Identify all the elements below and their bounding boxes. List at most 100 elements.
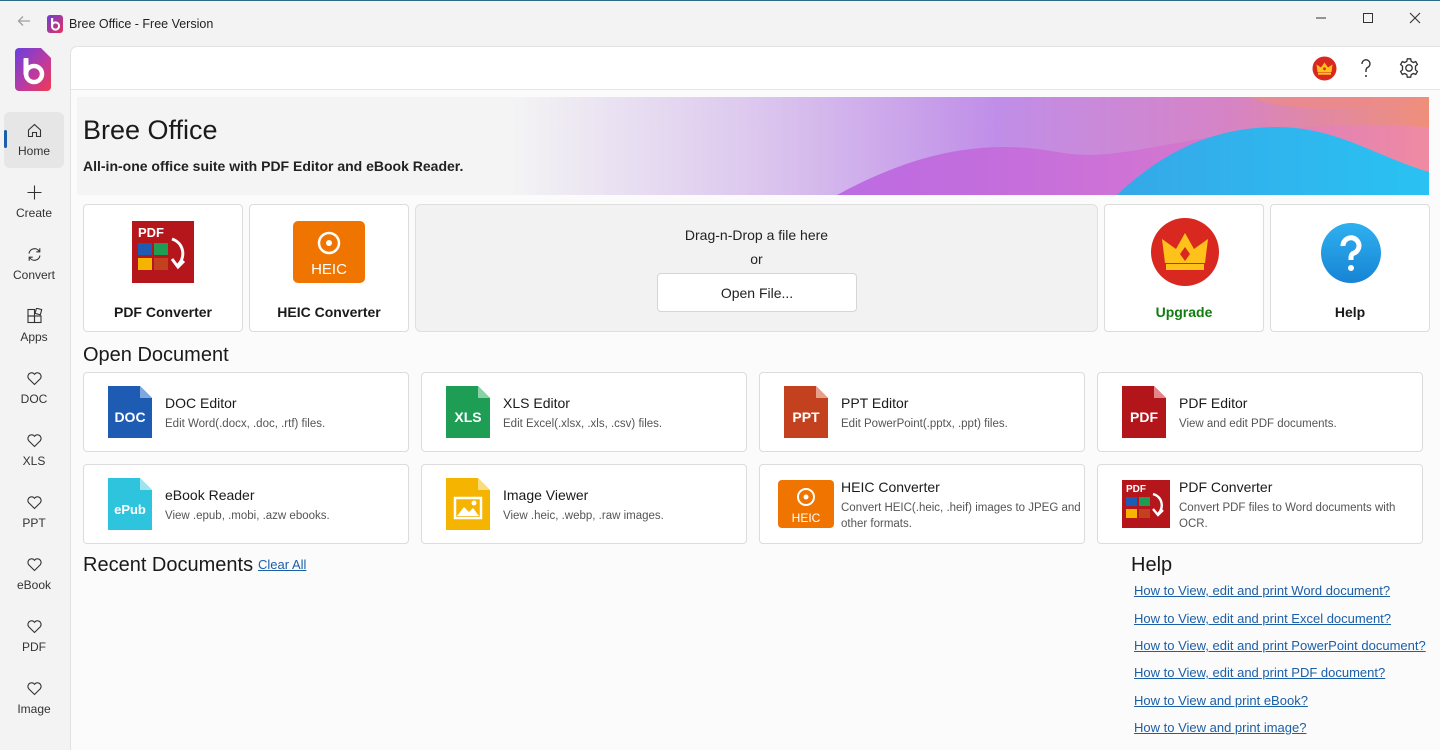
hero-banner: Bree Office All-in-one office suite with… xyxy=(77,97,1429,195)
pdf-editor-card[interactable]: PDF PDF Editor View and edit PDF documen… xyxy=(1097,372,1423,452)
refresh-icon xyxy=(28,248,41,261)
image-file-icon xyxy=(446,478,490,530)
help-question-icon[interactable] xyxy=(1353,55,1379,81)
nav-home[interactable]: Home xyxy=(4,112,64,168)
card-title: HEIC Converter xyxy=(841,479,940,495)
heart-icon xyxy=(27,372,42,386)
card-description: View .heic, .webp, .raw images. xyxy=(503,510,664,522)
nav-label: PPT xyxy=(22,516,46,530)
pdf-converter-doc-card[interactable]: PDF PDF Converter Convert PDF files to W… xyxy=(1097,464,1423,544)
image-viewer-card[interactable]: Image Viewer View .heic, .webp, .raw ima… xyxy=(421,464,747,544)
nav-ebook[interactable]: eBook xyxy=(4,546,64,602)
bree-logo-icon xyxy=(15,48,51,91)
card-description: Edit Excel(.xlsx, .xls, .csv) files. xyxy=(503,418,663,430)
crown-badge-icon[interactable] xyxy=(1311,55,1337,81)
svg-text:XLS: XLS xyxy=(454,409,481,425)
recent-documents-title: Recent Documents xyxy=(83,554,254,576)
minimize-icon[interactable] xyxy=(1298,1,1344,35)
title-bar: Bree Office - Free Version xyxy=(0,0,1440,46)
help-card[interactable]: Help xyxy=(1270,204,1430,332)
pdf-file-icon: PDF xyxy=(1122,386,1166,438)
svg-text:PDF: PDF xyxy=(1126,484,1146,495)
nav-convert[interactable]: Convert xyxy=(4,236,64,292)
card-description: View .epub, .mobi, .azw ebooks. xyxy=(165,510,330,522)
hero-wave-art xyxy=(77,97,1429,195)
help-label: Help xyxy=(1334,304,1366,320)
nav-label: Apps xyxy=(20,330,48,344)
drop-zone[interactable]: Drag-n-Drop a file here or Open File... xyxy=(415,204,1098,332)
hero-title: Bree Office xyxy=(83,115,218,145)
card-title: DOC Editor xyxy=(165,395,237,411)
main-content: Bree Office All-in-one office suite with… xyxy=(70,46,1440,750)
svg-text:PPT: PPT xyxy=(792,409,820,425)
svg-text:HEIC: HEIC xyxy=(311,261,347,278)
nav-label: Convert xyxy=(12,268,56,282)
heart-icon xyxy=(27,434,42,448)
nav-label: Create xyxy=(15,206,53,220)
heart-icon xyxy=(27,620,42,634)
help-link-powerpoint[interactable]: How to View, edit and print PowerPoint d… xyxy=(1134,638,1426,653)
nav-label: Home xyxy=(17,144,50,158)
card-description: View and edit PDF documents. xyxy=(1179,418,1337,430)
card-description: Edit PowerPoint(.pptx, .ppt) files. xyxy=(841,418,1008,430)
apps-icon xyxy=(27,308,43,324)
nav-label: XLS xyxy=(22,454,46,468)
help-link-excel[interactable]: How to View, edit and print Excel docume… xyxy=(1134,611,1391,626)
window-title: Bree Office - Free Version xyxy=(69,17,214,31)
pdf-converter-label: PDF Converter xyxy=(113,304,213,320)
card-description: Edit Word(.docx, .doc, .rtf) files. xyxy=(165,418,326,430)
card-title: Image Viewer xyxy=(503,487,589,503)
heic-icon: HEIC xyxy=(778,480,834,528)
svg-text:PDF: PDF xyxy=(1130,409,1158,425)
help-link-word[interactable]: How to View, edit and print Word documen… xyxy=(1134,583,1390,598)
heart-icon xyxy=(27,682,42,696)
top-toolbar xyxy=(71,47,1440,90)
svg-text:DOC: DOC xyxy=(114,409,145,425)
nav-label: PDF xyxy=(22,640,46,654)
help-link-ebook[interactable]: How to View and print eBook? xyxy=(1134,693,1308,708)
close-icon[interactable] xyxy=(1392,1,1438,35)
pdf-converter-small-icon: PDF xyxy=(1122,480,1170,528)
left-nav-rail: Home Create Convert Apps DOC XLS PPT eBo… xyxy=(0,46,70,750)
upgrade-card[interactable]: Upgrade xyxy=(1104,204,1264,332)
doc-editor-card[interactable]: DOC DOC Editor Edit Word(.docx, .doc, .r… xyxy=(83,372,409,452)
upgrade-label: Upgrade xyxy=(1155,304,1213,320)
open-file-button[interactable]: Open File... xyxy=(657,273,857,312)
ebook-reader-card[interactable]: ePub eBook Reader View .epub, .mobi, .az… xyxy=(83,464,409,544)
maximize-icon[interactable] xyxy=(1345,1,1391,35)
settings-gear-icon[interactable] xyxy=(1396,55,1422,81)
drop-zone-text: Drag-n-Drop a file here xyxy=(684,227,829,243)
help-link-image[interactable]: How to View and print image? xyxy=(1134,720,1306,735)
heart-icon xyxy=(27,558,42,572)
nav-apps[interactable]: Apps xyxy=(4,298,64,354)
card-description: Convert PDF files to Word documents with… xyxy=(1179,502,1396,530)
nav-doc[interactable]: DOC xyxy=(4,360,64,416)
help-circle-icon xyxy=(1321,223,1381,283)
nav-create[interactable]: Create xyxy=(4,174,64,230)
nav-pdf[interactable]: PDF xyxy=(4,608,64,664)
ppt-editor-card[interactable]: PPT PPT Editor Edit PowerPoint(.pptx, .p… xyxy=(759,372,1085,452)
xls-editor-card[interactable]: XLS XLS Editor Edit Excel(.xlsx, .xls, .… xyxy=(421,372,747,452)
clear-all-link[interactable]: Clear All xyxy=(258,557,306,572)
nav-ppt[interactable]: PPT xyxy=(4,484,64,540)
xls-file-icon: XLS xyxy=(446,386,490,438)
help-link-pdf[interactable]: How to View, edit and print PDF document… xyxy=(1134,665,1385,680)
nav-xls[interactable]: XLS xyxy=(4,422,64,478)
heic-converter-card[interactable]: HEIC HEIC Converter xyxy=(249,204,409,332)
open-document-title: Open Document xyxy=(83,344,229,366)
app-logo-icon xyxy=(47,15,63,33)
svg-text:PDF: PDF xyxy=(138,225,164,240)
epub-file-icon: ePub xyxy=(108,478,152,530)
card-title: eBook Reader xyxy=(165,487,255,503)
heic-converter-label: HEIC Converter xyxy=(277,304,381,320)
pdf-converter-card[interactable]: PDF PDF Converter xyxy=(83,204,243,332)
heart-icon xyxy=(27,496,42,510)
svg-text:HEIC: HEIC xyxy=(792,511,821,525)
crown-icon xyxy=(1151,218,1219,286)
nav-label: Image xyxy=(17,702,51,716)
card-title: PPT Editor xyxy=(841,395,909,411)
nav-image[interactable]: Image xyxy=(4,670,64,726)
back-arrow-icon[interactable] xyxy=(14,13,34,33)
heic-converter-doc-card[interactable]: HEIC HEIC Converter Convert HEIC(.heic, … xyxy=(759,464,1085,544)
card-title: PDF Converter xyxy=(1179,479,1273,495)
